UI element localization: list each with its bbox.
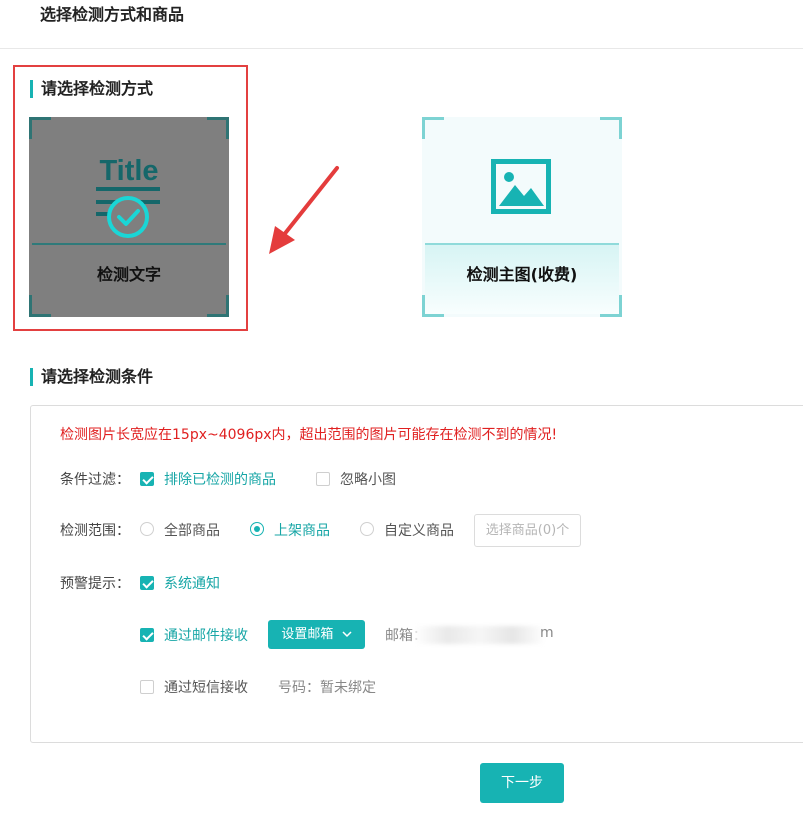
email-info-tail: m [540,625,554,641]
exclude-checked-label[interactable]: 排除已检测的商品 [164,469,276,489]
scope-label: 检测范围： [60,523,130,539]
card-divider [425,243,619,245]
method-card-text[interactable]: Title 检测文字 [29,117,229,317]
filter-label: 条件过滤： [60,472,130,488]
sms-notify-checkbox[interactable] [140,680,154,694]
arrow-pointer-icon [269,166,339,254]
corner-mark [600,117,622,139]
email-redacted-value [415,626,545,644]
ignore-small-checkbox[interactable] [316,472,330,486]
all-products-label[interactable]: 全部商品 [164,520,220,540]
select-products-button[interactable]: 选择商品(0)个 [474,514,581,547]
on-shelf-radio[interactable] [250,522,264,536]
corner-mark [29,117,51,139]
corner-mark [207,295,229,317]
card-divider [32,243,226,245]
title-icon-text: Title [99,155,158,187]
email-notify-label[interactable]: 通过邮件接收 [164,625,248,645]
corner-mark [207,117,229,139]
email-notify-checkbox[interactable] [140,628,154,642]
page-title: 选择检测方式和商品 [40,5,185,24]
exclude-checked-checkbox[interactable] [140,472,154,486]
system-notify-label[interactable]: 系统通知 [164,573,220,593]
corner-mark [600,295,622,317]
sms-info: 号码：暂未绑定 [278,680,376,696]
method-card-label: 检测文字 [96,265,161,284]
set-email-button-label: 设置邮箱 [281,627,334,642]
on-shelf-label[interactable]: 上架商品 [274,520,330,540]
header-divider [0,48,803,49]
ignore-small-label[interactable]: 忽略小图 [340,469,396,489]
sms-notify-label[interactable]: 通过短信接收 [164,677,248,697]
all-products-radio[interactable] [140,522,154,536]
conditions-section-title: 请选择检测条件 [30,367,153,387]
custom-products-label[interactable]: 自定义商品 [384,520,454,540]
method-card-image[interactable]: 检测主图(收费) [422,117,622,317]
custom-products-radio[interactable] [360,522,374,536]
size-warning: 检测图片长宽应在15px~4096px内，超出范围的图片可能存在检测不到的情况! [60,427,558,443]
next-step-button[interactable]: 下一步 [480,763,564,803]
image-icon [491,159,551,214]
corner-mark [29,295,51,317]
chevron-down-icon [342,631,352,638]
method-card-label: 检测主图(收费) [466,265,578,284]
system-notify-checkbox[interactable] [140,576,154,590]
title-check-icon: Title [96,155,160,238]
alert-label: 预警提示： [60,576,130,592]
corner-mark [422,117,444,139]
corner-mark [422,295,444,317]
set-email-button[interactable]: 设置邮箱 [268,620,365,649]
